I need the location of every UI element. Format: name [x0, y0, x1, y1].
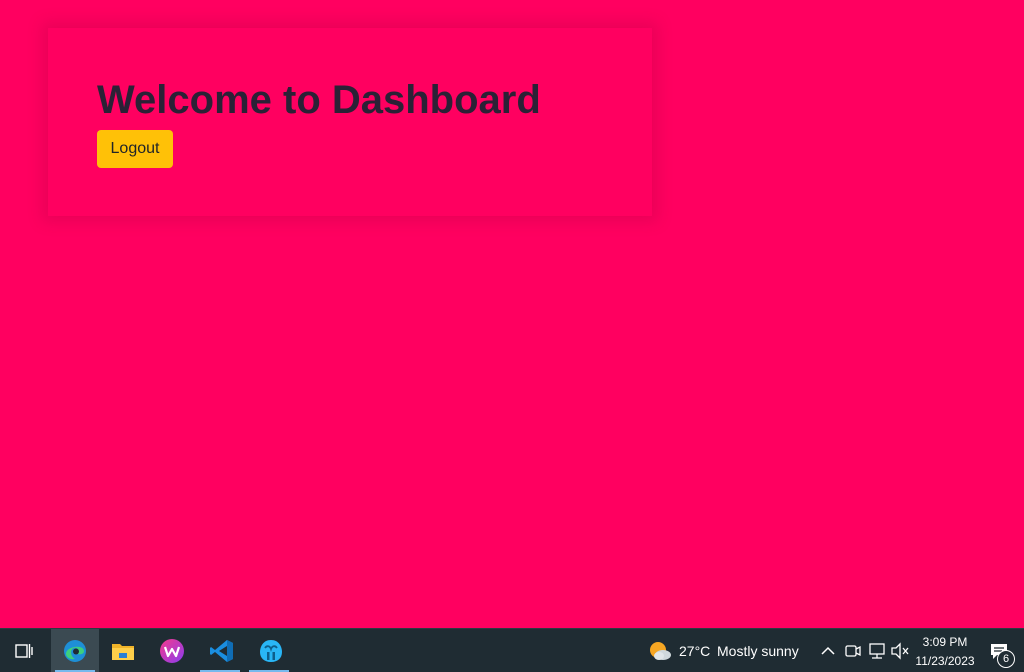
task-view-button[interactable] [0, 629, 48, 672]
weather-condition: Mostly sunny [717, 643, 799, 659]
taskbar-wps-office[interactable] [148, 629, 196, 672]
clock[interactable]: 3:09 PM 11/23/2023 [912, 629, 980, 672]
logout-button[interactable]: Logout [97, 130, 173, 168]
app-icon [260, 639, 282, 662]
taskbar-file-explorer[interactable] [99, 629, 147, 672]
file-explorer-icon [112, 643, 134, 660]
edge-icon [64, 639, 86, 662]
network-icon [869, 643, 885, 659]
task-view-icon [15, 643, 33, 658]
weather-widget[interactable]: 27°C Mostly sunny [646, 629, 806, 672]
taskbar: 27°C Mostly sunny 3:09 PM 11/23/2023 6 [0, 628, 1024, 672]
taskbar-app[interactable] [247, 629, 295, 672]
meet-now-button[interactable] [844, 641, 862, 661]
vscode-icon [210, 639, 233, 662]
volume-muted-icon [891, 642, 909, 660]
volume-button[interactable] [890, 641, 910, 661]
network-button[interactable] [867, 641, 887, 661]
clock-time: 3:09 PM [922, 635, 968, 649]
taskbar-vscode[interactable] [198, 629, 246, 672]
page-background: Welcome to Dashboard Logout [0, 0, 1024, 628]
page-title: Welcome to Dashboard [97, 78, 541, 122]
chevron-up-icon [821, 646, 835, 655]
wps-office-icon [160, 638, 184, 663]
notification-center-button[interactable]: 6 [984, 637, 1020, 668]
meet-now-icon [845, 645, 861, 657]
clock-date: 11/23/2023 [915, 654, 975, 668]
taskbar-edge[interactable] [51, 629, 99, 672]
show-hidden-icons-button[interactable] [818, 639, 838, 663]
weather-temperature: 27°C [679, 643, 711, 659]
notification-count-badge: 6 [997, 650, 1015, 668]
partly-sunny-icon [650, 642, 671, 660]
